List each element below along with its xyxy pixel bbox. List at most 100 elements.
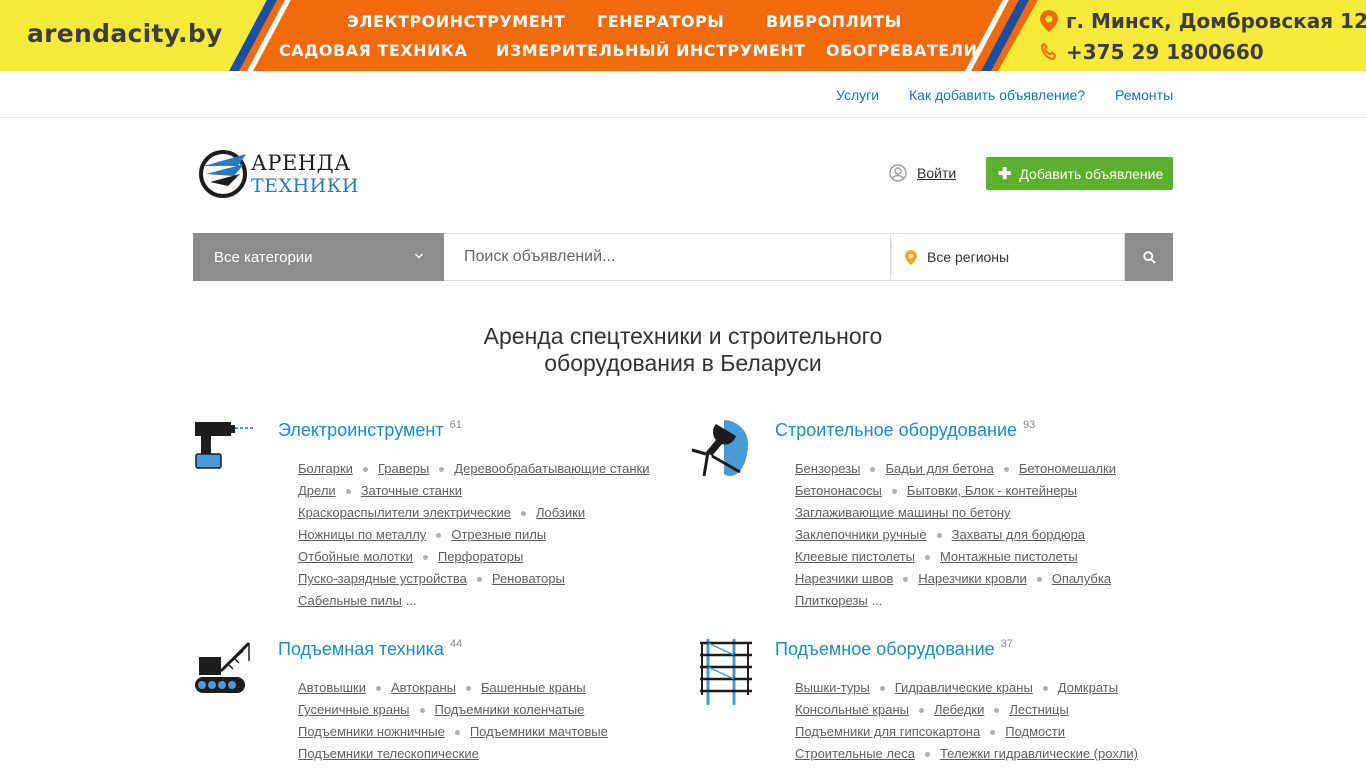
top-link-repairs[interactable]: Ремонты xyxy=(1115,87,1173,103)
subcategory-row: Краскораспылители электрические Лобзики xyxy=(298,505,585,520)
subcategory-link[interactable]: Гидравлические краны xyxy=(895,680,1033,695)
subcategory-link[interactable]: Опалубка xyxy=(1052,571,1111,586)
subcategory-row: Бетононасосы Бытовки, Блок - контейнеры xyxy=(795,483,1077,498)
subcategory-link[interactable]: Пуско-зарядные устройства xyxy=(298,571,467,586)
subcategory-link[interactable]: Сабельные пилы xyxy=(298,593,402,608)
subcategory-link[interactable]: Ножницы по металлу xyxy=(298,527,426,542)
location-pin-icon xyxy=(1040,10,1058,32)
plus-icon: ✚ xyxy=(998,165,1012,183)
subcategory-row: Пуско-зарядные устройства Реноваторы xyxy=(298,571,565,586)
subcategory-link[interactable]: Захваты для бордюра xyxy=(952,527,1085,542)
subcategory-link[interactable]: Гусеничные краны xyxy=(298,702,410,717)
subcategory-link[interactable]: Подмости xyxy=(1005,724,1065,739)
construction-tool-icon xyxy=(691,420,748,477)
category-select-value: Все категории xyxy=(214,248,313,266)
top-link-how-to-add[interactable]: Как добавить объявление? xyxy=(909,87,1085,103)
banner-category[interactable]: ЭЛЕКТРОИНСТРУМЕНТ xyxy=(347,12,565,31)
subcategory-link[interactable]: Тележки гидравлические (рохли) xyxy=(940,746,1138,761)
subcategory-link[interactable]: Отрезные пилы xyxy=(451,527,546,542)
login-link[interactable]: Войти xyxy=(889,164,956,182)
subcategory-link[interactable]: Заточные станки xyxy=(361,483,462,498)
subcategory-link[interactable]: Заклепочники ручные xyxy=(795,527,927,542)
subcategory-link[interactable]: Бензорезы xyxy=(795,461,860,476)
promo-banner[interactable]: arendacity.by ЭЛЕКТРОИНСТРУМЕНТ ГЕНЕРАТО… xyxy=(0,0,1366,71)
banner-phone[interactable]: +375 29 1800660 xyxy=(1040,40,1264,64)
subcategory-link[interactable]: Домкраты xyxy=(1058,680,1118,695)
category-section-lifting-equipment: Подъемное оборудование 37 Вышки-туры Гидра… xyxy=(690,637,1170,768)
subcategory-row: Вышки-туры Гидравлические краны Домкраты xyxy=(795,680,1118,695)
search-icon xyxy=(1142,250,1156,264)
subcategory-link[interactable]: Подъемники телескопические xyxy=(298,746,479,761)
category-select[interactable]: Все категории xyxy=(193,233,444,281)
more-ellipsis[interactable]: ... xyxy=(872,593,883,608)
subcategory-link[interactable]: Деревообрабатывающие станки xyxy=(454,461,649,476)
subcategory-row: Отбойные молотки Перфораторы xyxy=(298,549,523,564)
drill-icon xyxy=(195,422,253,469)
subcategory-link[interactable]: Заглаживающие машины по бетону xyxy=(795,505,1011,520)
page-title: Аренда спецтехники и строительного обору… xyxy=(383,323,983,377)
subcategory-link[interactable]: Бадьи для бетона xyxy=(885,461,993,476)
subcategory-link[interactable]: Бытовки, Блок - контейнеры xyxy=(907,483,1077,498)
banner-category[interactable]: ГЕНЕРАТОРЫ xyxy=(597,12,724,31)
subcategory-link[interactable]: Бетономешалки xyxy=(1019,461,1116,476)
subcategory-link[interactable]: Плиткорезы xyxy=(795,593,868,608)
subcategory-link[interactable]: Автокраны xyxy=(391,680,456,695)
subcategory-link[interactable]: Нарезчики кровли xyxy=(918,571,1027,586)
section-count: 93 xyxy=(1023,419,1036,431)
search-button[interactable] xyxy=(1125,233,1173,281)
subcategory-link[interactable]: Дрели xyxy=(298,483,336,498)
user-circle-icon xyxy=(889,164,907,182)
subcategory-link[interactable]: Перфораторы xyxy=(438,549,524,564)
subcategory-row: Гусеничные краны Подъемники коленчатые xyxy=(298,702,584,717)
subcategory-row: Консольные краны Лебедки Лестницы xyxy=(795,702,1069,717)
banner-category[interactable]: ИЗМЕРИТЕЛЬНЫЙ ИНСТРУМЕНТ xyxy=(496,41,806,60)
region-select[interactable]: Все регионы xyxy=(890,233,1125,281)
section-heading[interactable]: Строительное оборудование 93 xyxy=(775,419,1036,441)
subcategory-link[interactable]: Болгарки xyxy=(298,461,353,476)
subcategory-link[interactable]: Консольные краны xyxy=(795,702,909,717)
subcategory-link[interactable]: Монтажные пистолеты xyxy=(940,549,1078,564)
banner-category[interactable]: ВИБРОПЛИТЫ xyxy=(766,12,902,31)
login-label: Войти xyxy=(917,165,957,181)
category-section-power-tools: Электроинструмент 61 Болгарки Граверы Дерев… xyxy=(193,418,673,618)
subcategory-link[interactable]: Автовышки xyxy=(298,680,366,695)
search-bar: Все категории Все регионы xyxy=(193,233,1173,281)
subcategory-link[interactable]: Вышки-туры xyxy=(795,680,870,695)
section-title: Подъемная техника xyxy=(278,639,444,659)
subcategory-link[interactable]: Нарезчики швов xyxy=(795,571,893,586)
banner-category[interactable]: ОБОГРЕВАТЕЛИ xyxy=(826,41,977,60)
subcategory-link[interactable]: Башенные краны xyxy=(481,680,586,695)
site-logo[interactable]: АРЕНДА ТЕХНИКИ xyxy=(198,146,358,202)
more-ellipsis[interactable]: ... xyxy=(406,593,417,608)
section-heading[interactable]: Электроинструмент 61 xyxy=(278,419,462,441)
section-heading[interactable]: Подъемная техника 44 xyxy=(278,638,463,660)
subcategory-link[interactable]: Строительные леса xyxy=(795,746,915,761)
subcategory-link[interactable]: Подъемники коленчатые xyxy=(435,702,585,717)
banner-category[interactable]: САДОВАЯ ТЕХНИКА xyxy=(279,41,467,60)
subcategory-link[interactable]: Отбойные молотки xyxy=(298,549,413,564)
subcategory-link[interactable]: Лестницы xyxy=(1009,702,1068,717)
subcategory-row: Клеевые пистолеты Монтажные пистолеты xyxy=(795,549,1078,564)
section-heading[interactable]: Подъемное оборудование 37 xyxy=(775,638,1013,660)
search-input[interactable] xyxy=(464,248,864,266)
subcategory-link[interactable]: Бетононасосы xyxy=(795,483,882,498)
subcategory-link[interactable]: Граверы xyxy=(378,461,429,476)
logo-line-1: АРЕНДА xyxy=(251,151,351,175)
subcategory-link[interactable]: Клеевые пистолеты xyxy=(795,549,915,564)
banner-brand[interactable]: arendacity.by xyxy=(27,19,223,48)
top-link-services[interactable]: Услуги xyxy=(836,87,879,103)
subcategory-link[interactable]: Подъемники для гипсокартона xyxy=(795,724,980,739)
subcategory-link[interactable]: Лебедки xyxy=(934,702,984,717)
subcategory-link[interactable]: Подъемники мачтовые xyxy=(470,724,608,739)
subcategory-row: Плиткорезы... xyxy=(795,593,883,608)
subcategory-link[interactable]: Подъемники ножничные xyxy=(298,724,445,739)
add-listing-button[interactable]: ✚ Добавить объявление xyxy=(986,157,1173,190)
subcategory-link[interactable]: Краскораспылители электрические xyxy=(298,505,511,520)
crawler-crane-icon xyxy=(195,641,251,693)
subcategory-row: Ножницы по металлу Отрезные пилы xyxy=(298,527,546,542)
section-title: Электроинструмент xyxy=(278,420,444,440)
subcategory-link[interactable]: Реноваторы xyxy=(492,571,565,586)
subcategory-link[interactable]: Лобзики xyxy=(536,505,585,520)
section-count: 44 xyxy=(449,638,463,650)
page-title-line-1: Аренда спецтехники и строительного xyxy=(483,323,883,349)
